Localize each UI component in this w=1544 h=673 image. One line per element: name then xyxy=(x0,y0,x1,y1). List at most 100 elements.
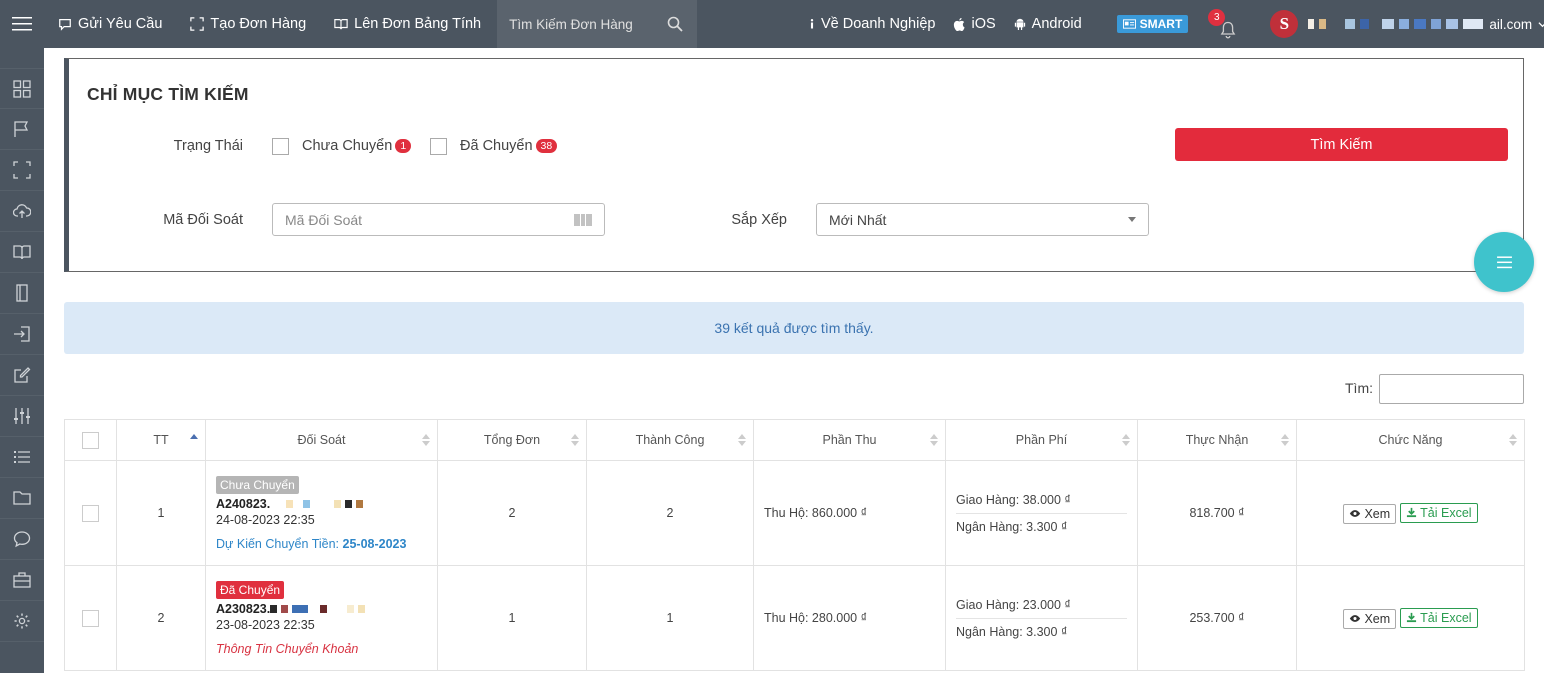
code-input[interactable] xyxy=(285,211,555,228)
header-net[interactable]: Thực Nhận xyxy=(1137,419,1297,461)
avatar[interactable]: S xyxy=(1270,10,1299,38)
search-filter-panel: CHỈ MỤC TÌM KIẾM Trạng Thái Chưa Chuyển 1… xyxy=(64,58,1524,272)
sidebar-item-flag[interactable] xyxy=(0,109,44,150)
status-done-checkbox[interactable] xyxy=(430,138,447,155)
status-done-count: 38 xyxy=(535,139,558,154)
flag-icon xyxy=(14,121,29,137)
sort-icon xyxy=(930,434,938,446)
nav-send-request[interactable]: Gửi Yêu Cầu xyxy=(44,0,176,48)
sidebar-item-scan[interactable] xyxy=(0,150,44,191)
sidebar-item-book[interactable] xyxy=(0,232,44,273)
sort-icon xyxy=(738,434,746,446)
header-reconciliation[interactable]: Đối Soát xyxy=(205,419,438,461)
view-button-label: Xem xyxy=(1364,506,1391,521)
redacted-email xyxy=(1308,19,1484,29)
table-row: 1 Chưa Chuyển A240823. 24-08-2023 22:35 … xyxy=(64,460,1525,566)
download-excel-label: Tải Excel xyxy=(1420,505,1472,520)
status-pending-option[interactable]: Chưa Chuyển 1 xyxy=(302,138,412,154)
status-done-label: Đã Chuyển xyxy=(460,138,533,154)
row-index: 2 xyxy=(116,565,206,671)
search-icon[interactable] xyxy=(667,16,683,32)
header-total-orders-label: Tổng Đơn xyxy=(483,433,541,447)
caret-down-icon xyxy=(1128,217,1136,222)
header-income[interactable]: Phần Thu xyxy=(753,419,946,461)
download-icon xyxy=(1407,507,1417,518)
header-success[interactable]: Thành Công xyxy=(586,419,754,461)
sidebar-item-settings-sliders[interactable] xyxy=(0,396,44,437)
reconciliation-code-text: A230823. xyxy=(216,601,271,616)
android-icon xyxy=(1014,18,1025,30)
result-count-bar: 39 kết quả được tìm thấy. xyxy=(64,302,1524,354)
sidebar-item-list[interactable] xyxy=(0,437,44,478)
reconciliation-code[interactable]: A230823. xyxy=(216,602,437,616)
view-button[interactable]: Xem xyxy=(1343,503,1397,524)
sidebar-item-login[interactable] xyxy=(0,314,44,355)
status-pending-checkbox[interactable] xyxy=(272,138,289,155)
nav-spreadsheet-order[interactable]: Lên Đơn Bảng Tính xyxy=(320,0,495,48)
scan-icon xyxy=(13,161,31,179)
sidebar-item-upload[interactable] xyxy=(0,191,44,232)
sidebar-item-edit[interactable] xyxy=(0,355,44,396)
id-card-icon xyxy=(1122,19,1136,29)
sidebar-item-dashboard[interactable] xyxy=(0,68,44,109)
select-all-checkbox[interactable] xyxy=(82,431,99,449)
chevron-down-icon[interactable] xyxy=(1538,20,1544,29)
about-company-label: Về Doanh Nghiệp xyxy=(821,16,936,32)
menu-icon[interactable] xyxy=(0,0,44,48)
notification-bell[interactable]: 3 xyxy=(1208,9,1240,39)
android-link[interactable]: Android xyxy=(1005,16,1091,32)
header-actions-label: Chức Năng xyxy=(1378,433,1443,447)
table-header-row: TT Đối Soát Tổng Đơn Thành Công Phần Thu… xyxy=(64,419,1525,461)
header-tt[interactable]: TT xyxy=(116,419,206,461)
sidebar-item-notebook[interactable] xyxy=(0,273,44,314)
sort-icon xyxy=(422,434,430,446)
download-excel-button[interactable]: Tải Excel xyxy=(1400,502,1478,523)
select-all-cell xyxy=(64,419,117,461)
header-income-label: Phần Thu xyxy=(822,433,877,447)
view-button-label: Xem xyxy=(1364,611,1391,626)
table-find-label: Tìm: xyxy=(1345,380,1373,396)
sidebar-item-settings[interactable] xyxy=(0,601,44,642)
nav-create-order[interactable]: Tạo Đơn Hàng xyxy=(176,0,320,48)
sort-icon xyxy=(1281,434,1289,446)
sort-icon xyxy=(571,434,579,446)
header-actions[interactable]: Chức Năng xyxy=(1296,419,1525,461)
briefcase-icon xyxy=(13,572,31,588)
download-excel-button[interactable]: Tải Excel xyxy=(1400,607,1478,628)
transfer-info-link[interactable]: Thông Tin Chuyển Khoản xyxy=(216,642,437,656)
floating-menu-button[interactable] xyxy=(1474,232,1534,292)
status-done-option[interactable]: Đã Chuyển 38 xyxy=(460,138,558,154)
order-search-input[interactable] xyxy=(509,16,660,32)
sort-select[interactable]: Mới Nhất xyxy=(816,203,1149,236)
sidebar-item-folder[interactable] xyxy=(0,478,44,519)
row-select-cell xyxy=(64,565,117,671)
view-button[interactable]: Xem xyxy=(1343,608,1397,629)
book-icon xyxy=(334,19,348,30)
sort-asc-icon xyxy=(190,434,198,439)
expected-transfer: Dự Kiến Chuyển Tiền: 25-08-2023 xyxy=(216,537,437,551)
barcode-icon[interactable] xyxy=(574,213,592,227)
smart-button[interactable]: SMART xyxy=(1116,15,1189,33)
search-button[interactable]: Tìm Kiếm xyxy=(1175,128,1508,161)
row-checkbox[interactable] xyxy=(82,504,99,522)
reconciliation-code[interactable]: A240823. xyxy=(216,497,437,511)
reconciliation-cell: Chưa Chuyển A240823. 24-08-2023 22:35 Dự… xyxy=(205,460,438,566)
sort-label: Sắp Xếp xyxy=(731,212,787,228)
status-label: Trạng Thái xyxy=(173,138,243,154)
row-checkbox[interactable] xyxy=(82,609,99,627)
about-company-link[interactable]: Về Doanh Nghiệp xyxy=(800,16,944,32)
sidebar-item-briefcase[interactable] xyxy=(0,560,44,601)
sidebar-item-chat[interactable] xyxy=(0,519,44,560)
user-email: ail.com xyxy=(1489,16,1533,32)
header-fee-label: Phần Phí xyxy=(1015,433,1068,447)
sliders-icon xyxy=(14,408,30,424)
download-icon xyxy=(1407,612,1417,623)
ios-label: iOS xyxy=(971,16,996,32)
ios-link[interactable]: iOS xyxy=(944,16,1004,32)
cloud-upload-icon xyxy=(13,204,31,218)
top-bar: Gửi Yêu Cầu Tạo Đơn Hàng Lên Đơn Bảng Tí… xyxy=(0,0,1544,48)
header-fee[interactable]: Phần Phí xyxy=(945,419,1138,461)
header-total-orders[interactable]: Tổng Đơn xyxy=(437,419,587,461)
table-find-input[interactable] xyxy=(1379,374,1524,404)
status-pending-label: Chưa Chuyển xyxy=(302,138,393,154)
